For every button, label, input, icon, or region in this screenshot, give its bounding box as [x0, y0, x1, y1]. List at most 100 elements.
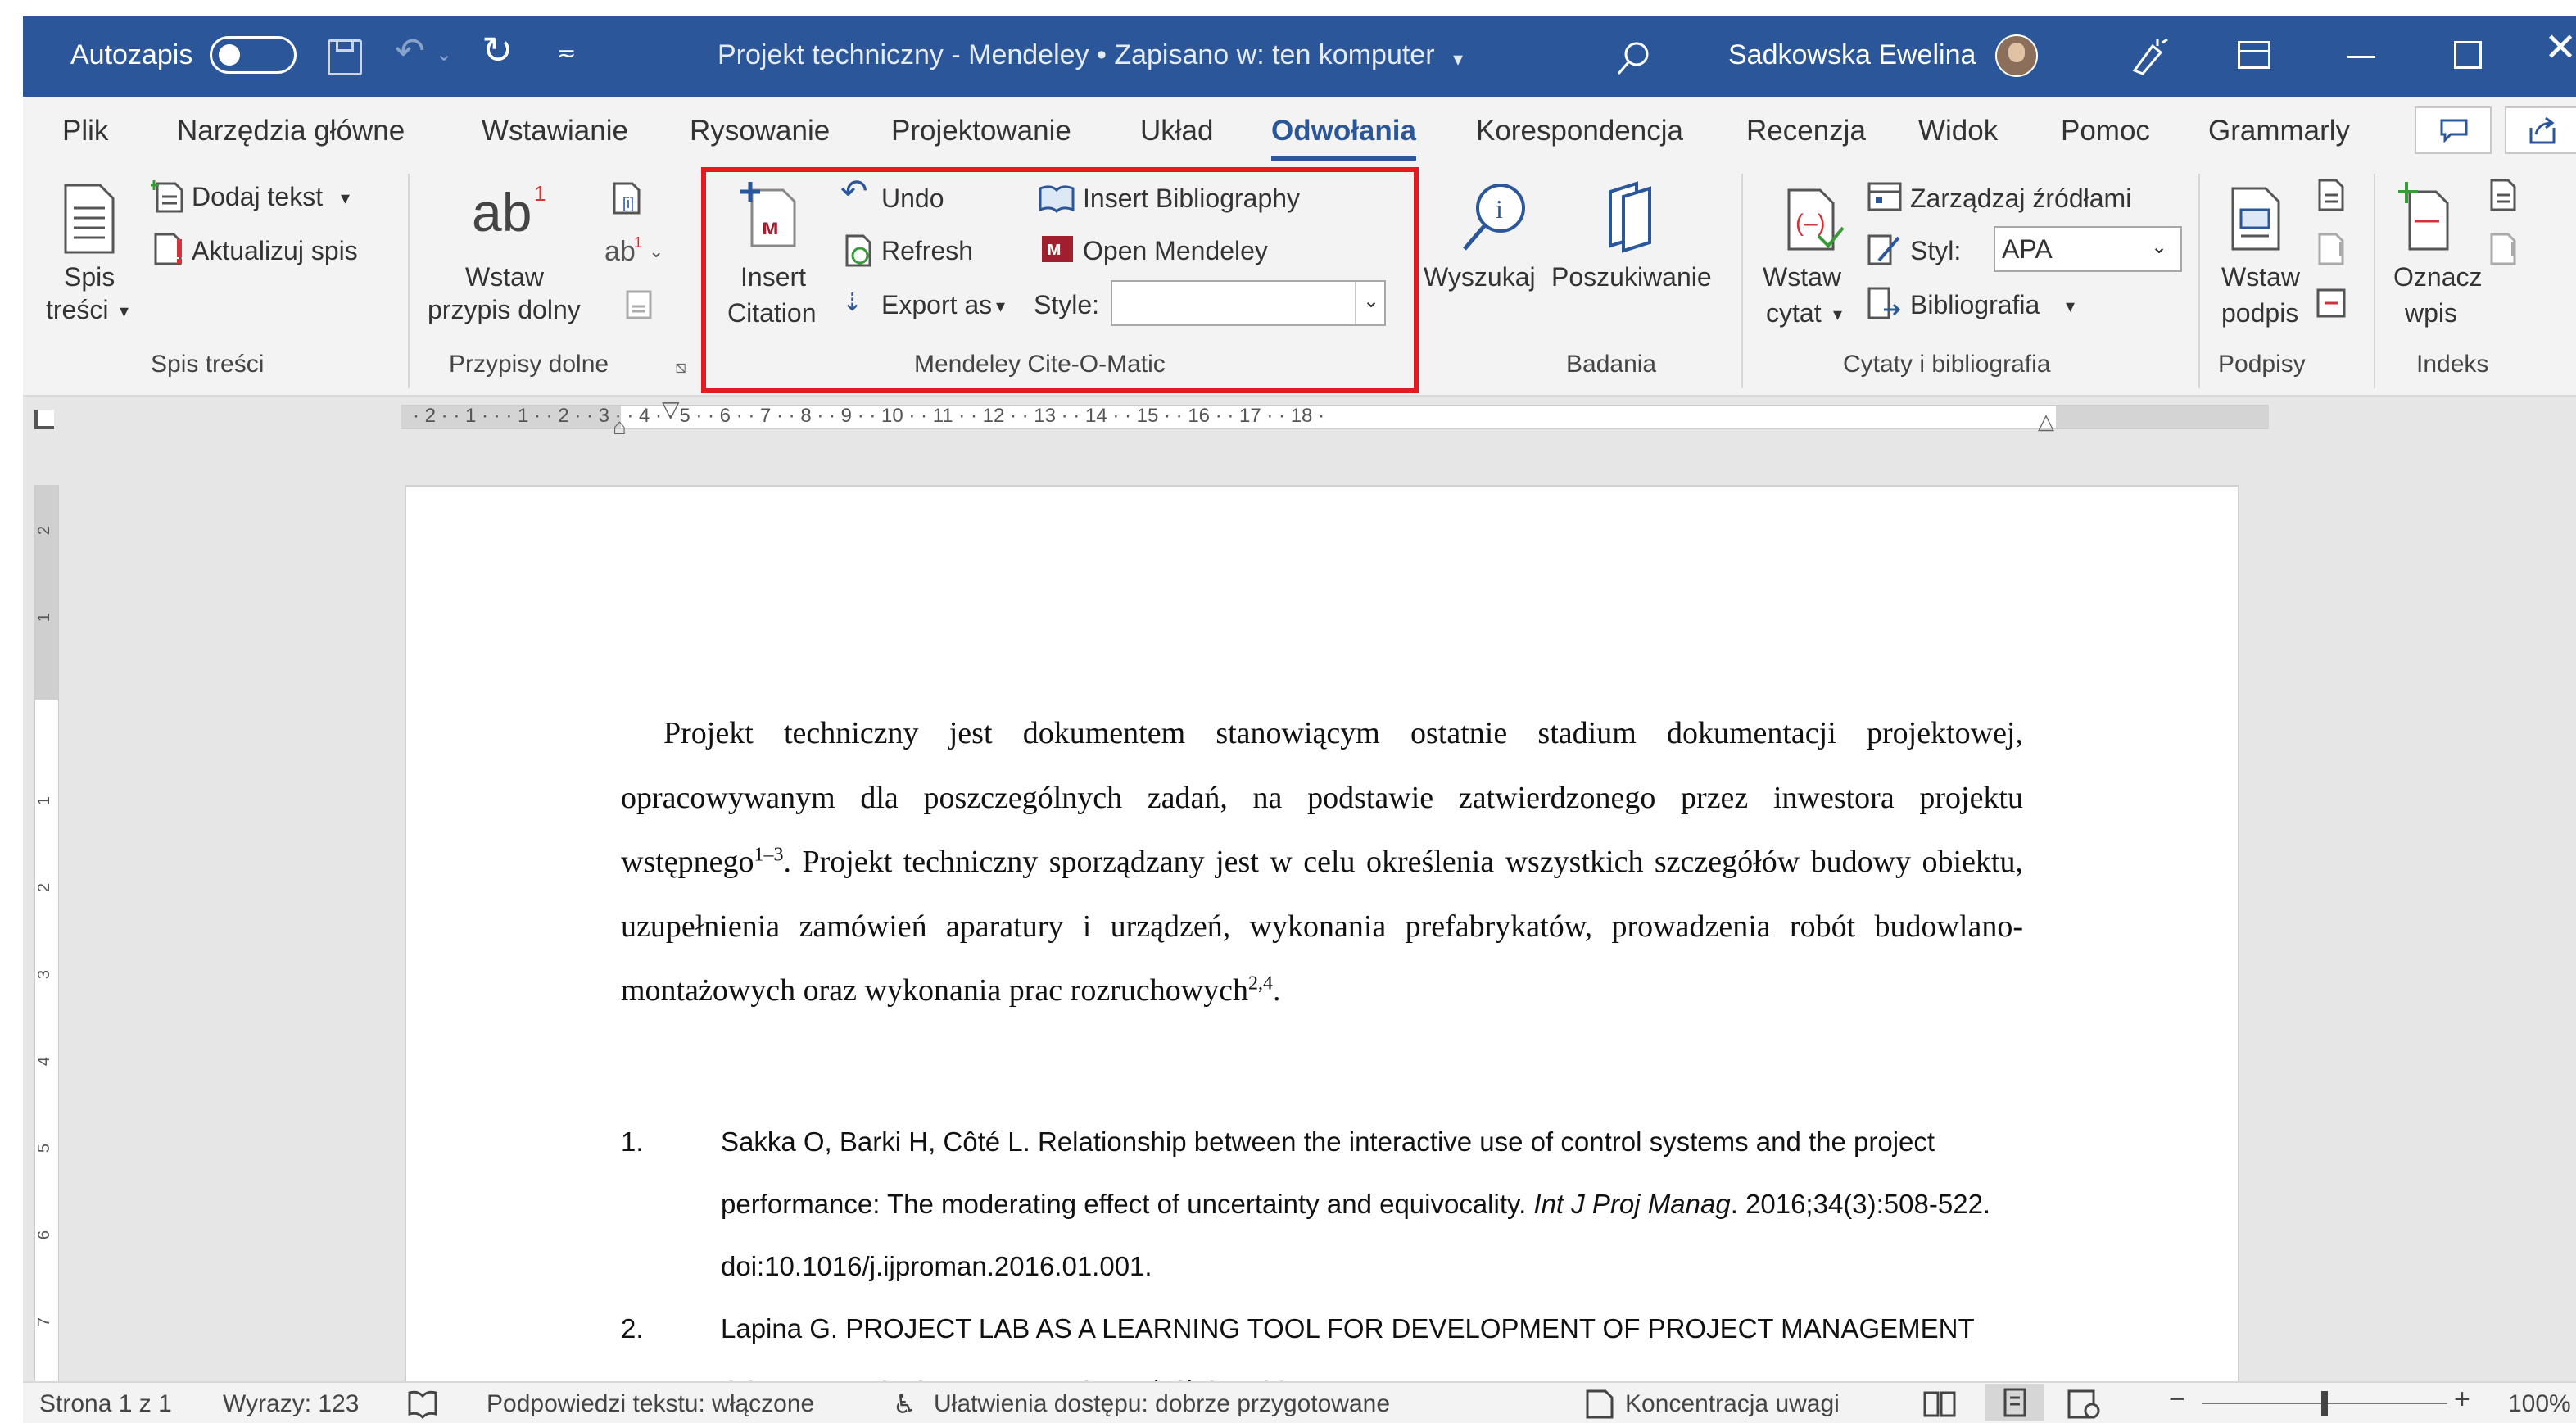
ribbon-separator	[408, 174, 410, 388]
close-icon[interactable]: ✕	[2544, 29, 2576, 68]
style-chevron-icon[interactable]: ⌄	[2151, 231, 2167, 264]
spis-chevron-icon[interactable]: ▾	[120, 295, 129, 328]
page-count[interactable]: Strona 1 z 1	[39, 1389, 172, 1419]
insert-citation-word-chevron-icon[interactable]: ▾	[1833, 298, 1842, 331]
first-line-indent-icon[interactable]: ▽	[662, 396, 680, 423]
tab-projektowanie[interactable]: Projektowanie	[891, 113, 1071, 149]
share-icon	[2529, 116, 2556, 144]
document-page[interactable]: Projekt techniczny jest dokumentem stano…	[405, 485, 2239, 1406]
horizontal-ruler[interactable]: · 2 · · 1 · · · 1 · · 2 · · 3 · · 4 · · …	[401, 397, 2269, 439]
body-paragraph[interactable]: Projekt techniczny jest dokumentem stano…	[621, 701, 2023, 1023]
bibliography-entry[interactable]: 1. Sakka O, Barki H, Côté L. Relationshi…	[621, 1111, 2023, 1298]
tab-pomoc[interactable]: Pomoc	[2061, 113, 2150, 149]
citation-superscript[interactable]: 1–3	[754, 844, 784, 865]
chevron-down-icon[interactable]: ⌄	[436, 38, 452, 72]
mark-entry-label-1[interactable]: Oznacz	[2393, 261, 2482, 293]
autosave-toggle[interactable]	[210, 36, 297, 74]
coauthoring-icon[interactable]	[2128, 36, 2169, 77]
left-indent-marker-icon[interactable]: ⌂	[613, 414, 627, 440]
print-layout-button[interactable]	[1985, 1384, 2044, 1421]
spis-label-1[interactable]: Spis	[64, 261, 115, 293]
ribbon: Spis treści ▾ Dodaj tekst ▾ Aktualizuj s…	[23, 165, 2576, 397]
tab-grammarly[interactable]: Grammarly	[2208, 113, 2350, 149]
customize-qat-icon[interactable]: ≂	[557, 36, 576, 70]
tab-plik[interactable]: Plik	[62, 113, 108, 149]
insert-footnote-label-1[interactable]: Wstaw	[465, 261, 544, 293]
focus-icon[interactable]	[1582, 1389, 1615, 1419]
right-indent-marker-icon[interactable]: △	[2038, 409, 2054, 434]
tab-selector-icon[interactable]	[34, 410, 54, 429]
document-title[interactable]: Projekt techniczny - Mendeley • Zapisano…	[718, 38, 1435, 72]
mark-entry-label-2[interactable]: wpis	[2405, 297, 2457, 329]
style-icon	[1867, 234, 1900, 265]
undo-icon[interactable]: ↶	[395, 34, 425, 70]
vruler-mark: 2	[35, 882, 54, 893]
zoom-in-icon[interactable]: +	[2454, 1384, 2470, 1414]
svg-text:(–): (–)	[1795, 210, 1826, 237]
proofing-icon[interactable]	[406, 1389, 439, 1419]
tab-wstawianie[interactable]: Wstawianie	[482, 113, 628, 149]
zoom-level[interactable]: 100%	[2508, 1389, 2571, 1419]
minimize-icon[interactable]	[2347, 56, 2375, 58]
tab-rysowanie[interactable]: Rysowanie	[690, 113, 830, 149]
show-notes-icon[interactable]	[622, 288, 655, 321]
add-text-button[interactable]: Dodaj tekst	[192, 180, 323, 213]
maximize-icon[interactable]	[2454, 41, 2482, 69]
citation-superscript[interactable]: 2,4	[1248, 972, 1273, 994]
tab-recenzja[interactable]: Recenzja	[1746, 113, 1866, 149]
insert-table-of-figures-icon[interactable]	[2315, 177, 2347, 213]
researcher-button[interactable]: Poszukiwanie	[1551, 261, 1712, 293]
insert-footnote-label-2[interactable]: przypis dolny	[428, 293, 581, 326]
bibliography-list: 1. Sakka O, Barki H, Côté L. Relationshi…	[621, 1111, 2023, 1422]
tab-odwolania[interactable]: Odwołania	[1271, 113, 1416, 161]
tab-korespondencja[interactable]: Korespondencja	[1476, 113, 1683, 149]
share-button[interactable]	[2505, 106, 2576, 154]
entry-journal: Int J Proj Manag	[1533, 1189, 1731, 1219]
update-index-icon[interactable]	[2487, 231, 2519, 267]
manage-sources-button[interactable]: Zarządzaj źródłami	[1910, 182, 2131, 215]
bibliography-button[interactable]: Bibliografia	[1910, 288, 2040, 321]
ribbon-display-icon[interactable]	[2238, 41, 2270, 69]
tab-uklad[interactable]: Układ	[1140, 113, 1213, 149]
insert-caption-label-1[interactable]: Wstaw	[2221, 261, 2300, 293]
update-toc-button[interactable]: Aktualizuj spis	[192, 234, 358, 267]
cross-reference-icon[interactable]	[2315, 285, 2347, 321]
update-table-icon[interactable]	[2315, 231, 2347, 267]
word-count[interactable]: Wyrazy: 123	[223, 1389, 359, 1419]
redo-icon[interactable]: ↻	[482, 31, 514, 69]
insert-endnote-icon[interactable]: [i]	[606, 180, 642, 216]
insert-caption-label-2[interactable]: podpis	[2221, 297, 2298, 329]
insert-citation-word-label-2[interactable]: cytat	[1766, 297, 1822, 329]
bibliography-chevron-icon[interactable]: ▾	[2066, 290, 2075, 323]
web-layout-icon[interactable]	[2066, 1389, 2102, 1419]
group-index-label: Indeks	[2416, 351, 2489, 378]
text-predictions-status[interactable]: Podpowiedzi tekstu: włączone	[487, 1389, 814, 1419]
read-mode-icon[interactable]	[1922, 1389, 1958, 1419]
spis-label-2[interactable]: treści	[46, 293, 108, 326]
word-citation-style-select[interactable]: APA ⌄	[1994, 226, 2182, 272]
user-name[interactable]: Sadkowska Ewelina	[1728, 38, 1976, 72]
dialog-launcher-icon[interactable]: ⧅	[675, 351, 686, 383]
insert-index-icon[interactable]	[2487, 177, 2519, 213]
next-footnote-icon[interactable]: ab1 ⌄	[604, 236, 662, 269]
save-icon[interactable]	[328, 39, 362, 75]
add-text-chevron-icon[interactable]: ▾	[341, 182, 350, 215]
comment-icon	[2440, 119, 2468, 143]
accessibility-icon[interactable]: ♿︎	[893, 1389, 917, 1419]
zoom-slider[interactable]	[2202, 1391, 2447, 1416]
comments-button[interactable]	[2415, 106, 2492, 154]
avatar[interactable]	[1995, 34, 2038, 77]
tab-narzedzia-glowne[interactable]: Narzędzia główne	[177, 113, 405, 149]
vruler-mark: 1	[35, 795, 54, 806]
zoom-out-icon[interactable]: −	[2169, 1384, 2185, 1414]
tab-widok[interactable]: Widok	[1918, 113, 1998, 149]
mendeley-highlight-box	[701, 167, 1419, 393]
vertical-ruler[interactable]: 2 1 1 2 3 4 5 6 7	[34, 485, 59, 1381]
smart-lookup-button[interactable]: Wyszukaj	[1424, 261, 1536, 293]
search-icon[interactable]	[1615, 39, 1653, 77]
focus-mode-button[interactable]: Koncentracja uwagi	[1625, 1389, 1840, 1419]
accessibility-status[interactable]: Ułatwienia dostępu: dobrze przygotowane	[934, 1389, 1390, 1419]
zoom-slider-thumb[interactable]	[2321, 1391, 2328, 1416]
insert-citation-word-label-1[interactable]: Wstaw	[1763, 261, 1841, 293]
title-chevron-icon[interactable]: ▾	[1453, 43, 1463, 77]
